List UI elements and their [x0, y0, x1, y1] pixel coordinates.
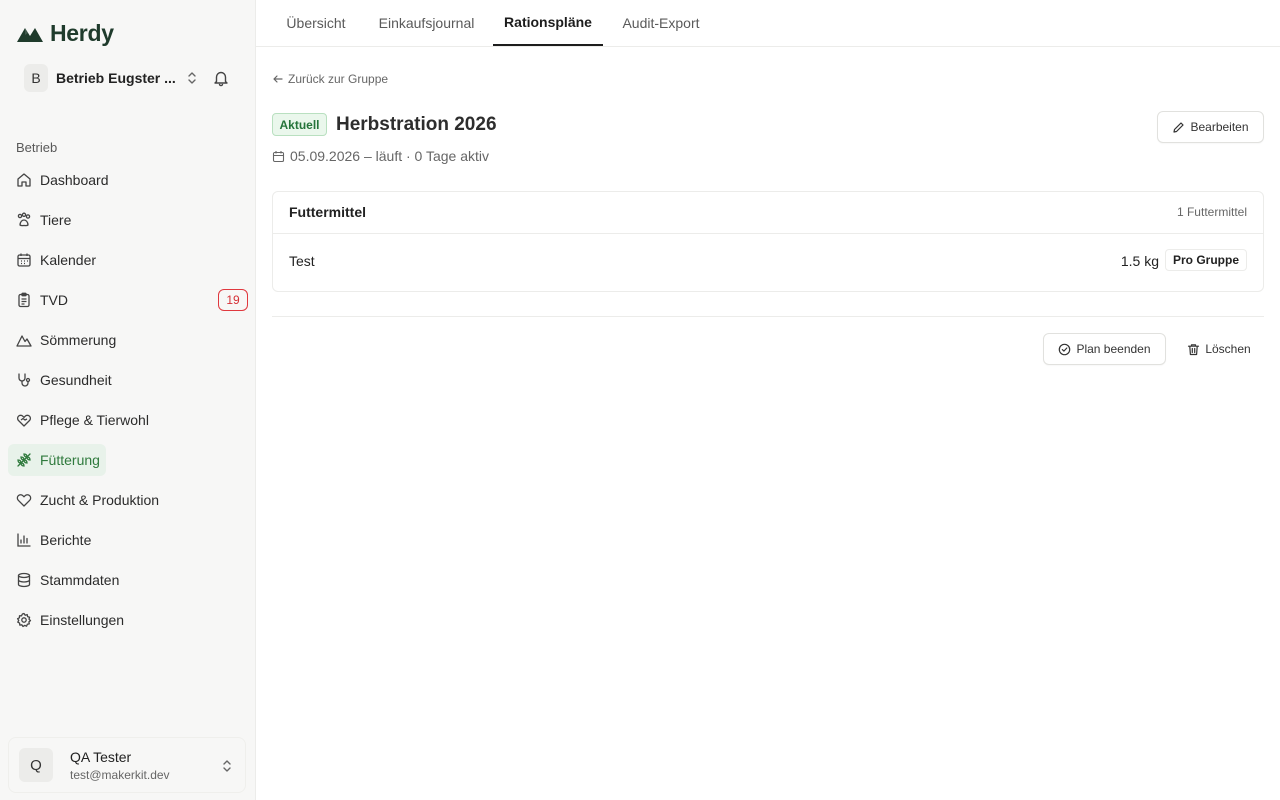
tab-bar: Übersicht Einkaufsjournal Rationspläne A…: [256, 0, 1280, 47]
page-title: Herbstration 2026: [336, 114, 497, 135]
feed-card-header: Futtermittel 1 Futtermittel: [273, 192, 1263, 234]
sidebar-item-label: Pflege & Tierwohl: [40, 412, 149, 428]
trash-icon: [1188, 343, 1200, 355]
delete-button[interactable]: Löschen: [1178, 333, 1260, 365]
gear-icon: [16, 612, 32, 628]
account-name: Betrieb Eugster ...: [56, 70, 176, 86]
end-plan-button-label: Plan beenden: [1076, 342, 1151, 356]
plan-date-info: 05.09.2026 – läuft · 0 Tage aktiv: [272, 148, 489, 164]
mountain-icon: [16, 332, 32, 348]
sidebar-item-label: Fütterung: [40, 452, 100, 468]
chevron-up-down-icon: [188, 72, 196, 84]
app-name: Herdy: [50, 19, 114, 46]
tab-einkaufsjournal[interactable]: Einkaufsjournal: [376, 0, 477, 46]
app-logo[interactable]: Herdy: [16, 19, 114, 47]
clipboard-icon: [16, 292, 32, 308]
bar-chart-icon: [16, 532, 32, 548]
feed-scope-badge: Pro Gruppe: [1164, 249, 1247, 271]
end-plan-button[interactable]: Plan beenden: [1043, 333, 1166, 365]
tab-uebersicht[interactable]: Übersicht: [284, 0, 348, 46]
user-email: test@makerkit.dev: [70, 767, 170, 782]
pencil-icon: [1173, 121, 1185, 133]
user-menu[interactable]: Q QA Tester test@makerkit.dev: [8, 737, 246, 793]
back-link[interactable]: Zurück zur Gruppe: [272, 70, 388, 88]
sidebar-item-tiere[interactable]: Tiere: [8, 204, 248, 236]
sidebar-item-label: Kalender: [40, 252, 97, 268]
sidebar-item-soemmerung[interactable]: Sömmerung: [8, 324, 248, 356]
heart-handshake-icon: [16, 412, 32, 428]
bell-icon[interactable]: [212, 69, 230, 87]
sidebar-item-label: Tiere: [40, 212, 72, 228]
database-icon: [16, 572, 32, 588]
sidebar-item-kalender[interactable]: Kalender: [8, 244, 248, 276]
list-item: Test 1.5 kg Pro Gruppe: [273, 234, 1263, 292]
sidebar-item-einstellungen[interactable]: Einstellungen: [8, 604, 248, 636]
sidebar-item-dashboard[interactable]: Dashboard: [8, 164, 248, 196]
tvd-count-badge: 19: [218, 289, 248, 311]
sidebar-item-pflege[interactable]: Pflege & Tierwohl: [8, 404, 248, 436]
sidebar-item-tvd[interactable]: TVD 19: [8, 284, 248, 316]
sidebar-section-label: Betrieb: [16, 140, 58, 155]
mountain-logo-icon: [17, 28, 43, 42]
stethoscope-icon: [16, 372, 32, 388]
status-badge: Aktuell: [272, 113, 327, 136]
feed-amount: 1.5 kg: [1120, 253, 1159, 269]
edit-button-label: Bearbeiten: [1190, 120, 1249, 134]
user-name: QA Tester: [70, 748, 132, 765]
avatar: Q: [19, 748, 53, 782]
sidebar-item-stammdaten[interactable]: Stammdaten: [8, 564, 248, 596]
check-circle-icon: [1059, 343, 1071, 355]
delete-button-label: Löschen: [1205, 342, 1251, 356]
tab-audit-export[interactable]: Audit-Export: [619, 0, 703, 46]
feed-name: Test: [289, 253, 315, 269]
sidebar: Herdy B Betrieb Eugster ... Betrieb Dash…: [0, 0, 256, 800]
chevron-up-down-icon: [223, 760, 231, 772]
feed-count: 1 Futtermittel: [1176, 205, 1247, 219]
arrow-left-icon: [273, 75, 283, 83]
edit-button[interactable]: Bearbeiten: [1157, 111, 1264, 143]
sidebar-item-zucht[interactable]: Zucht & Produktion: [8, 484, 248, 516]
sidebar-item-label: Dashboard: [40, 172, 109, 188]
account-avatar: B: [24, 64, 48, 92]
heart-icon: [16, 492, 32, 508]
back-link-label: Zurück zur Gruppe: [288, 72, 389, 86]
feed-card: Futtermittel 1 Futtermittel Test 1.5 kg …: [272, 191, 1264, 292]
user-info: QA Tester test@makerkit.dev: [70, 749, 170, 782]
account-switcher[interactable]: B Betrieb Eugster ...: [24, 64, 208, 92]
date-range-text: 05.09.2026 – läuft · 0 Tage aktiv: [290, 148, 489, 164]
sidebar-item-label: TVD: [40, 292, 68, 308]
sidebar-nav: Dashboard Tiere Kalender TVD 19 Sömmerun…: [8, 164, 248, 644]
wheat-icon: [16, 452, 32, 468]
feed-card-title: Futtermittel: [289, 204, 366, 220]
divider: [272, 316, 1264, 317]
home-icon: [16, 172, 32, 188]
sidebar-item-label: Zucht & Produktion: [40, 492, 160, 508]
sidebar-item-label: Berichte: [40, 532, 92, 548]
paw-icon: [16, 212, 32, 228]
sidebar-item-gesundheit[interactable]: Gesundheit: [8, 364, 248, 396]
sidebar-item-fuetterung[interactable]: Fütterung: [8, 444, 106, 476]
calendar-icon: [272, 150, 285, 162]
sidebar-item-label: Einstellungen: [40, 612, 125, 628]
sidebar-item-berichte[interactable]: Berichte: [8, 524, 248, 556]
tab-rationsplaene[interactable]: Rationspläne: [493, 0, 603, 46]
sidebar-item-label: Gesundheit: [40, 372, 112, 388]
sidebar-item-label: Sömmerung: [40, 332, 117, 348]
sidebar-item-label: Stammdaten: [40, 572, 120, 588]
calendar-icon: [16, 252, 32, 268]
